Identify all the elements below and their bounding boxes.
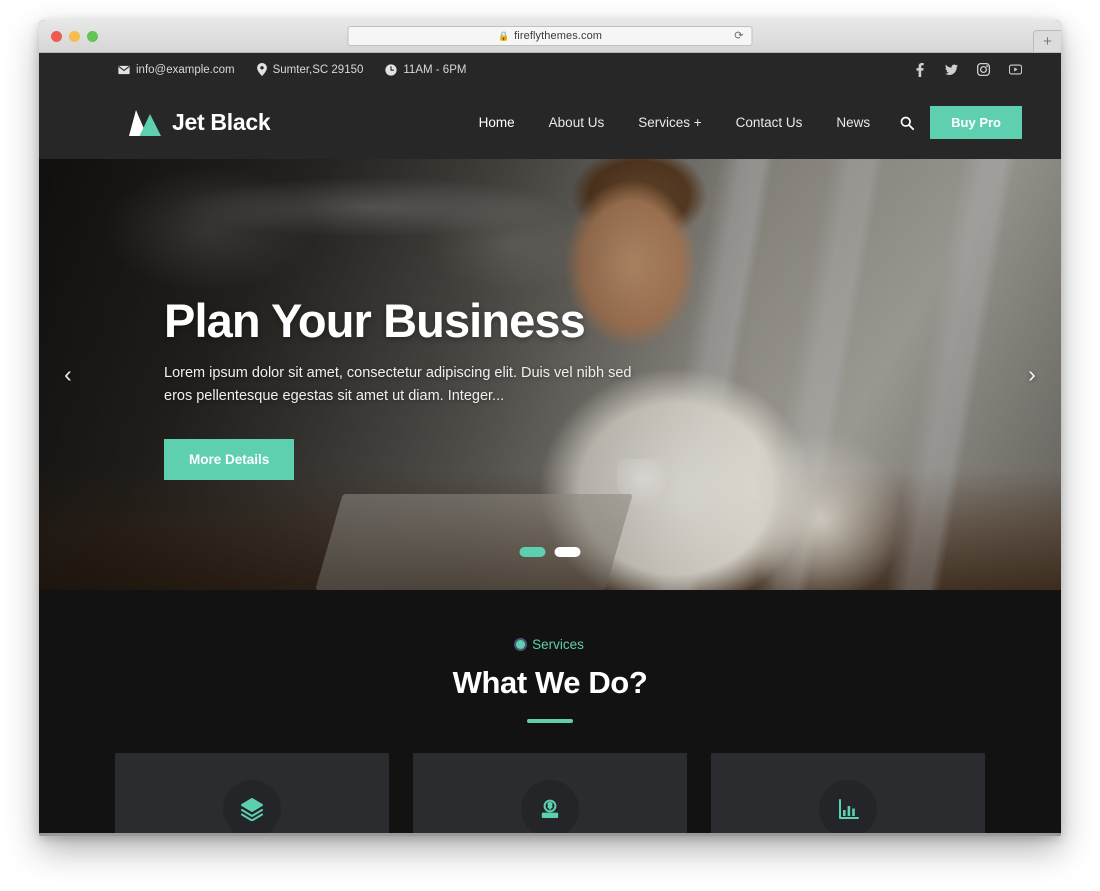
contact-hours[interactable]: 11AM - 6PM — [385, 64, 466, 76]
service-card[interactable] — [711, 753, 985, 836]
nav-link-contact[interactable]: Contact Us — [719, 115, 820, 130]
nav-menu: Home About Us Services + Contact Us News — [462, 114, 888, 132]
nav-item-services[interactable]: Services + — [621, 114, 718, 132]
service-card[interactable] — [413, 753, 687, 836]
buy-pro-button[interactable]: Buy Pro — [930, 106, 1022, 139]
carousel-prev-arrow[interactable]: ‹ — [51, 358, 85, 392]
clock-icon — [385, 63, 398, 76]
mountain-logo-icon — [129, 109, 161, 136]
search-icon[interactable] — [892, 108, 922, 138]
contact-email[interactable]: info@example.com — [118, 64, 235, 76]
contact-hours-text: 11AM - 6PM — [403, 63, 467, 76]
social-links — [913, 62, 1022, 77]
more-details-button[interactable]: More Details — [164, 438, 295, 480]
map-pin-icon — [256, 63, 267, 76]
nav-right-group: Home About Us Services + Contact Us News… — [462, 106, 1022, 139]
hero-title: Plan Your Business — [164, 294, 586, 347]
nav-item-home[interactable]: Home — [462, 114, 532, 132]
brand-logo[interactable]: Jet Black — [123, 107, 271, 139]
nav-item-contact[interactable]: Contact Us — [719, 114, 820, 132]
services-eyebrow-text: Services — [532, 637, 584, 652]
carousel-pagination — [519, 547, 581, 557]
browser-chrome: 🔒 fireflythemes.com ⟳ + — [39, 20, 1061, 53]
carousel-dot-2[interactable] — [554, 547, 581, 557]
page-viewport: info@example.com Sumter,SC 29150 11AM - … — [39, 53, 1061, 836]
top-utility-bar: info@example.com Sumter,SC 29150 11AM - … — [39, 53, 1061, 86]
hero-slider: Plan Your Business Lorem ipsum dolor sit… — [39, 159, 1061, 590]
nav-link-about[interactable]: About Us — [532, 115, 622, 130]
minimize-window-button[interactable] — [69, 30, 80, 42]
hero-subtitle: Lorem ipsum dolor sit amet, consectetur … — [164, 364, 632, 405]
nav-item-about[interactable]: About Us — [532, 114, 622, 132]
lock-icon: 🔒 — [497, 30, 510, 41]
envelope-icon — [118, 65, 130, 74]
services-eyebrow: Services — [39, 637, 1061, 652]
services-section: Services What We Do? — [39, 590, 1061, 836]
nav-link-services[interactable]: Services + — [621, 115, 718, 130]
layers-icon — [223, 780, 281, 836]
services-card-grid — [39, 753, 1061, 836]
contact-location[interactable]: Sumter,SC 29150 — [256, 63, 364, 76]
url-text: fireflythemes.com — [514, 30, 603, 42]
nav-item-news[interactable]: News — [819, 114, 887, 132]
instagram-icon[interactable] — [977, 63, 990, 76]
bullet-dot-icon — [516, 640, 526, 649]
contact-info-group: info@example.com Sumter,SC 29150 11AM - … — [118, 63, 466, 76]
bar-chart-icon — [819, 780, 877, 836]
browser-window: 🔒 fireflythemes.com ⟳ + info@example.com — [39, 20, 1061, 836]
service-card[interactable] — [115, 753, 389, 836]
nav-link-home[interactable]: Home — [462, 115, 532, 130]
address-bar[interactable]: 🔒 fireflythemes.com ⟳ — [347, 26, 753, 46]
title-underline — [527, 719, 573, 723]
page-bottom-edge — [39, 833, 1061, 836]
new-tab-button[interactable]: + — [1033, 30, 1061, 53]
close-window-button[interactable] — [51, 30, 62, 42]
money-dollar-icon — [521, 780, 579, 836]
contact-email-text: info@example.com — [136, 63, 235, 76]
twitter-icon[interactable] — [945, 63, 958, 76]
contact-location-text: Sumter,SC 29150 — [272, 63, 364, 76]
main-navbar: Jet Black Home About Us Services + Conta… — [39, 86, 1061, 159]
youtube-icon[interactable] — [1009, 63, 1022, 76]
facebook-icon[interactable] — [913, 62, 926, 77]
window-controls — [51, 30, 98, 42]
brand-name: Jet Black — [172, 109, 271, 135]
carousel-dot-1[interactable] — [519, 547, 546, 557]
services-title: What We Do? — [452, 665, 648, 700]
reload-icon[interactable]: ⟳ — [734, 30, 743, 42]
hero-content: Plan Your Business Lorem ipsum dolor sit… — [164, 294, 644, 480]
carousel-next-arrow[interactable]: › — [1015, 358, 1049, 392]
maximize-window-button[interactable] — [87, 30, 98, 42]
nav-link-news[interactable]: News — [819, 115, 887, 130]
